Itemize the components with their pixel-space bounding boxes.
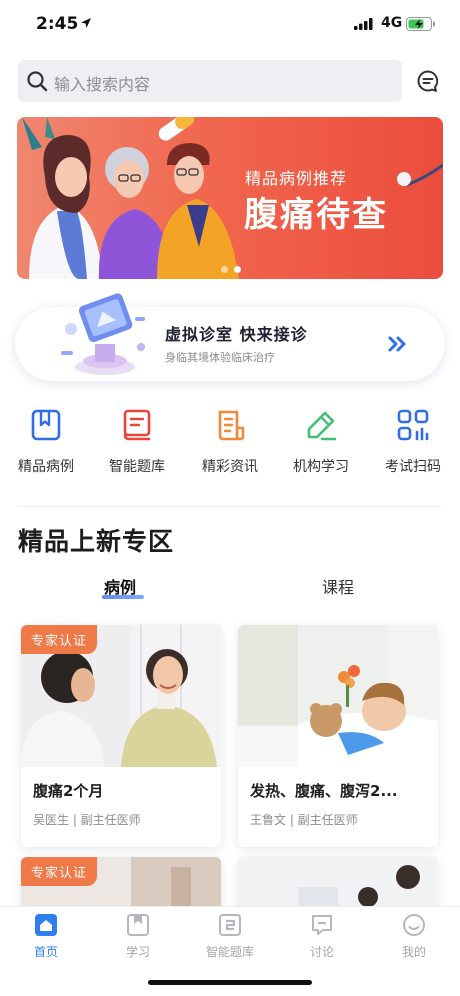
nav-institution-learning[interactable]: 机构学习 bbox=[275, 408, 367, 476]
battery-charging-icon bbox=[406, 17, 435, 31]
nav-label: 精品病例 bbox=[18, 459, 74, 475]
nav-exam-scan[interactable]: 考试扫码 bbox=[367, 408, 459, 476]
location-arrow-icon bbox=[81, 18, 91, 28]
case-doctor-meta: 吴医生 | 副主任医师 bbox=[33, 813, 141, 827]
search-icon bbox=[27, 71, 48, 92]
nav-news[interactable]: 精彩资讯 bbox=[184, 408, 276, 476]
nav-question-bank[interactable]: 智能题库 bbox=[91, 408, 183, 476]
carousel-dot-active bbox=[234, 266, 241, 273]
tab-label: 我的 bbox=[401, 945, 426, 959]
nav-label: 智能题库 bbox=[109, 459, 165, 475]
home-indicator bbox=[148, 980, 312, 985]
message-icon[interactable] bbox=[416, 69, 440, 93]
virtual-clinic-card[interactable]: 虚拟诊室 快来接诊 身临其境体验临床治疗 bbox=[15, 293, 445, 381]
case-card[interactable]: 专家认证 腹痛2个月 吴医生 | 副主任医师 bbox=[21, 625, 221, 847]
carousel-dot bbox=[221, 266, 228, 273]
nav-label: 机构学习 bbox=[293, 459, 349, 475]
pencil-icon bbox=[307, 411, 337, 441]
expert-certified-badge: 专家认证 bbox=[21, 857, 98, 886]
tab-label: 讨论 bbox=[309, 945, 334, 959]
carousel-indicator bbox=[221, 258, 247, 277]
virtual-clinic-illustration bbox=[61, 293, 145, 375]
discussion-icon bbox=[312, 915, 332, 935]
nav-label: 精彩资讯 bbox=[202, 459, 258, 475]
banner-subtitle: 精品病例推荐 bbox=[245, 169, 348, 188]
network-type: 4G bbox=[381, 15, 403, 31]
search-input[interactable]: 输入搜索内容 bbox=[18, 60, 402, 102]
news-scroll-icon bbox=[218, 410, 245, 441]
expert-certified-badge: 专家认证 bbox=[21, 625, 98, 654]
double-chevron-right-icon[interactable] bbox=[387, 335, 409, 353]
clinic-title: 虚拟诊室 快来接诊 bbox=[165, 325, 308, 344]
case-title: 腹痛2个月 bbox=[33, 782, 104, 800]
child-in-bed-photo bbox=[238, 625, 438, 767]
promo-banner[interactable]: 精品病例推荐 腹痛待查 bbox=[17, 117, 443, 279]
tab-profile[interactable]: 我的 bbox=[374, 913, 454, 960]
tab-home[interactable]: 首页 bbox=[6, 913, 86, 960]
divider bbox=[18, 506, 442, 507]
tab-discussion[interactable]: 讨论 bbox=[282, 913, 362, 960]
quick-nav: 精品病例 智能题库 精彩资讯 机构学习 考试扫码 bbox=[0, 408, 460, 488]
question-book-icon bbox=[123, 409, 151, 441]
tab-study[interactable]: 学习 bbox=[98, 913, 178, 960]
tab-label: 学习 bbox=[125, 945, 150, 959]
case-image: 专家认证 bbox=[21, 625, 221, 767]
signal-icon bbox=[354, 18, 373, 30]
question-bank-icon bbox=[219, 914, 241, 936]
tab-label: 智能题库 bbox=[205, 945, 254, 959]
tab-label: 首页 bbox=[33, 945, 58, 959]
bookmark-book-icon bbox=[31, 409, 61, 441]
banner-title: 腹痛待查 bbox=[244, 195, 388, 235]
case-card[interactable]: 发热、腹痛、腹泻2... 王鲁文 | 副主任医师 bbox=[238, 625, 438, 847]
nav-featured-cases[interactable]: 精品病例 bbox=[0, 408, 92, 476]
case-title: 发热、腹痛、腹泻2... bbox=[250, 782, 398, 800]
section-title: 精品上新专区 bbox=[18, 527, 175, 556]
tab-courses[interactable]: 课程 bbox=[322, 574, 354, 598]
tab-question-bank[interactable]: 智能题库 bbox=[190, 913, 270, 960]
status-bar: 2:45 4G bbox=[0, 0, 460, 50]
home-icon bbox=[35, 914, 57, 936]
case-image bbox=[238, 625, 438, 767]
search-placeholder: 输入搜索内容 bbox=[54, 75, 151, 94]
case-doctor-meta: 王鲁文 | 副主任医师 bbox=[250, 813, 358, 827]
clinic-subtitle: 身临其境体验临床治疗 bbox=[165, 351, 275, 364]
study-icon bbox=[127, 914, 149, 936]
status-time: 2:45 bbox=[36, 14, 79, 34]
scan-grid-icon bbox=[397, 409, 429, 441]
profile-icon bbox=[403, 914, 425, 936]
nav-label: 考试扫码 bbox=[385, 459, 441, 475]
tab-active-indicator bbox=[102, 595, 144, 599]
